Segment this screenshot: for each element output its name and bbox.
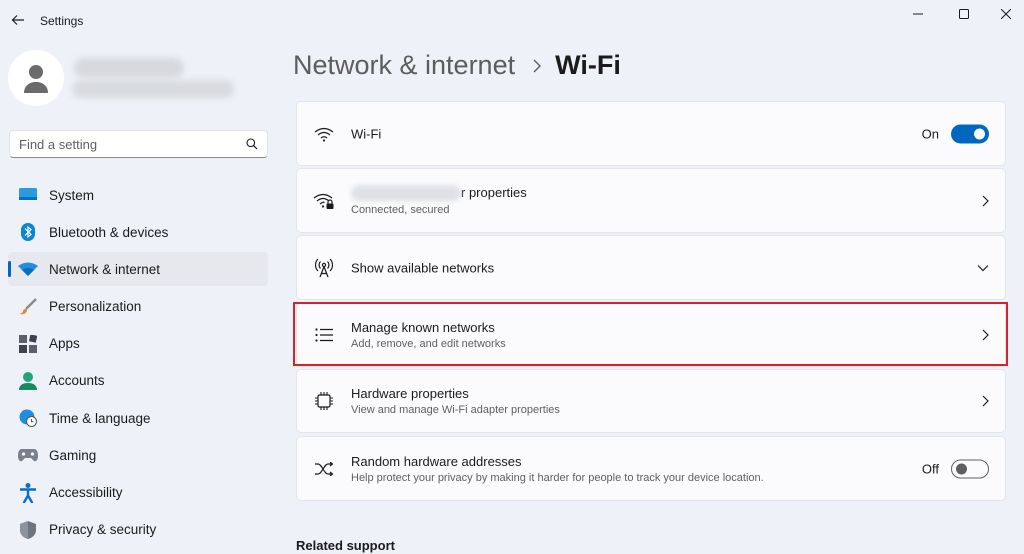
ssid-redacted	[351, 185, 461, 202]
globe-clock-icon	[18, 408, 38, 428]
wifi-icon	[18, 259, 38, 279]
search-box[interactable]	[9, 130, 268, 158]
sidebar-item-privacy[interactable]: Privacy & security	[8, 513, 268, 547]
related-support-heading: Related support	[296, 538, 395, 553]
manage-known-networks-card[interactable]: Manage known networks Add, remove, and e…	[296, 302, 1006, 367]
sidebar-item-network[interactable]: Network & internet	[8, 252, 268, 287]
breadcrumb: Network & internet Wi-Fi	[293, 50, 621, 81]
minimize-button[interactable]	[902, 4, 934, 24]
close-icon	[1001, 9, 1011, 19]
accounts-icon	[18, 371, 38, 391]
manage-networks-title: Manage known networks	[351, 319, 495, 335]
user-icon	[24, 65, 48, 93]
antenna-icon	[313, 257, 335, 279]
wifi-title: Wi-Fi	[351, 126, 382, 141]
wifi-secured-icon	[313, 190, 335, 212]
manage-networks-subtitle: Add, remove, and edit networks	[351, 337, 506, 350]
apps-icon	[18, 334, 38, 354]
page-title: Wi-Fi	[555, 50, 621, 80]
gamepad-icon	[18, 445, 38, 465]
sidebar-item-label: Accessibility	[49, 485, 123, 500]
hardware-subtitle: View and manage Wi-Fi adapter properties	[351, 404, 560, 416]
sidebar-item-accessibility[interactable]: Accessibility	[8, 476, 268, 510]
chevron-right-icon	[982, 395, 989, 407]
random-hardware-addresses-card: Random hardware addresses Help protect y…	[296, 436, 1006, 501]
hardware-title: Hardware properties	[351, 386, 469, 401]
wifi-toggle[interactable]	[951, 124, 989, 143]
sidebar-item-label: Apps	[49, 336, 80, 352]
sidebar-item-time-language[interactable]: Time & language	[8, 401, 268, 435]
sidebar-item-label: Personalization	[49, 299, 142, 315]
search-icon	[246, 138, 258, 150]
sidebar-item-label: Gaming	[49, 447, 97, 463]
search-input[interactable]	[19, 136, 246, 152]
sidebar-item-bluetooth[interactable]: Bluetooth & devices	[8, 215, 268, 249]
user-name-redacted	[74, 58, 184, 78]
sidebar-nav: System Bluetooth & devices Network & int…	[8, 178, 268, 550]
show-available-networks-card[interactable]: Show available networks	[296, 235, 1006, 300]
properties-subtitle: Connected, secured	[351, 204, 450, 217]
sidebar-item-accounts[interactable]: Accounts	[8, 364, 268, 398]
back-button[interactable]	[8, 10, 28, 30]
sidebar-item-label: Network & internet	[49, 261, 161, 277]
random-addresses-toggle[interactable]	[951, 459, 989, 478]
chevron-right-icon	[982, 195, 989, 206]
properties-title: r properties	[461, 184, 527, 200]
network-properties-card[interactable]: r properties Connected, secured	[296, 168, 1006, 233]
chevron-right-icon	[533, 59, 542, 73]
random-addresses-subtitle: Help protect your privacy by making it h…	[351, 471, 764, 484]
sidebar-item-label: System	[49, 187, 95, 203]
shield-icon	[18, 520, 38, 540]
shuffle-icon	[313, 458, 335, 480]
maximize-icon	[959, 9, 969, 19]
wifi-toggle-card: Wi-Fi On	[296, 101, 1006, 166]
list-icon	[313, 324, 335, 346]
available-networks-title: Show available networks	[351, 260, 495, 275]
back-arrow-icon	[11, 15, 24, 25]
random-addresses-toggle-state: Off	[921, 461, 939, 476]
hardware-properties-card[interactable]: Hardware properties View and manage Wi-F…	[296, 369, 1006, 433]
minimize-icon	[913, 13, 923, 15]
chip-icon	[313, 390, 335, 412]
close-button[interactable]	[990, 4, 1022, 24]
sidebar-item-label: Accounts	[49, 373, 105, 389]
sidebar-item-label: Bluetooth & devices	[49, 224, 169, 240]
breadcrumb-parent[interactable]: Network & internet	[293, 50, 515, 81]
maximize-button[interactable]	[948, 4, 980, 24]
sidebar-item-gaming[interactable]: Gaming	[8, 438, 268, 472]
sidebar-item-system[interactable]: System	[8, 178, 268, 212]
wifi-icon	[313, 123, 335, 145]
wifi-toggle-state: On	[921, 126, 939, 141]
chevron-down-icon	[977, 264, 989, 271]
title-bar: Settings	[0, 0, 1024, 40]
user-email-redacted	[72, 80, 234, 98]
sidebar-item-personalization[interactable]: Personalization	[8, 290, 268, 324]
sidebar-item-label: Time & language	[49, 410, 151, 426]
accessibility-icon	[18, 482, 38, 503]
system-icon	[18, 185, 38, 205]
bluetooth-icon	[18, 222, 38, 242]
chevron-right-icon	[982, 329, 989, 340]
sidebar-item-apps[interactable]: Apps	[8, 327, 268, 361]
brush-icon	[18, 297, 38, 317]
user-profile[interactable]	[8, 50, 268, 110]
random-addresses-title: Random hardware addresses	[351, 453, 522, 469]
avatar	[8, 50, 64, 106]
app-title: Settings	[40, 14, 84, 28]
sidebar-item-label: Privacy & security	[49, 522, 157, 538]
